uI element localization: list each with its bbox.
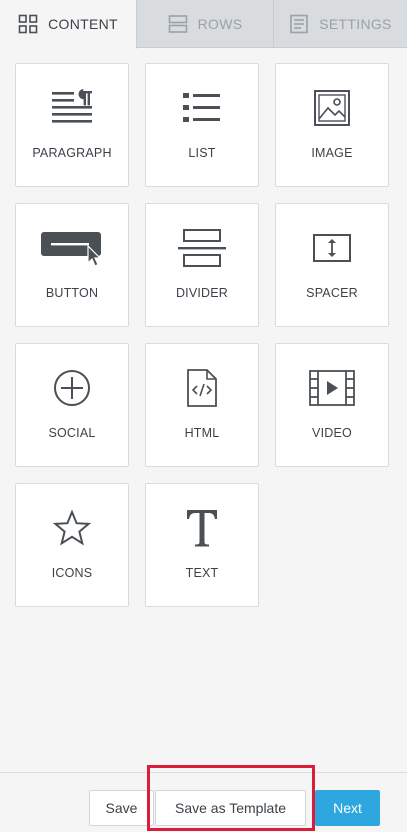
block-label: IMAGE	[311, 146, 353, 160]
block-image[interactable]: IMAGE	[275, 63, 389, 187]
html-file-icon	[146, 366, 258, 410]
content-blocks-grid: PARAGRAPH LIST IMAGE BUTTON DIVIDER SPAC…	[15, 63, 390, 607]
tab-rows-label: ROWS	[197, 16, 243, 32]
next-button[interactable]: Next	[315, 790, 380, 826]
block-label: PARAGRAPH	[32, 146, 112, 160]
star-icon	[16, 506, 128, 550]
save-as-template-button[interactable]: Save as Template	[155, 790, 306, 826]
block-label: VIDEO	[312, 426, 352, 440]
block-label: BUTTON	[45, 286, 99, 300]
block-text[interactable]: TEXT	[145, 483, 259, 607]
divider-icon	[146, 226, 258, 270]
block-label: LIST	[188, 146, 216, 160]
block-icons[interactable]: ICONS	[15, 483, 129, 607]
email-editor-sidebar: CONTENT ROWS SETTINGS PARAGRAPH LIST IMA…	[0, 0, 407, 832]
paragraph-icon	[16, 86, 128, 130]
spacer-icon	[276, 226, 388, 270]
block-paragraph[interactable]: PARAGRAPH	[15, 63, 129, 187]
social-plus-icon	[16, 366, 128, 410]
block-label: DIVIDER	[175, 286, 229, 300]
block-label: ICONS	[51, 566, 93, 580]
video-icon	[276, 366, 388, 410]
settings-doc-icon	[289, 14, 309, 34]
tab-content[interactable]: CONTENT	[0, 0, 137, 49]
block-video[interactable]: VIDEO	[275, 343, 389, 467]
block-divider[interactable]: DIVIDER	[145, 203, 259, 327]
tab-settings-label: SETTINGS	[319, 16, 392, 32]
block-label: TEXT	[185, 566, 219, 580]
block-html[interactable]: HTML	[145, 343, 259, 467]
tab-bar: CONTENT ROWS SETTINGS	[0, 0, 407, 49]
block-list[interactable]: LIST	[145, 63, 259, 187]
grid-icon	[18, 14, 38, 34]
block-label: HTML	[184, 426, 220, 440]
button-icon	[16, 226, 128, 270]
footer-bar: Save Save as Template Next	[0, 772, 407, 832]
tab-rows[interactable]: ROWS	[137, 0, 274, 48]
block-label: SPACER	[306, 286, 358, 300]
rows-icon	[168, 14, 188, 34]
block-spacer[interactable]: SPACER	[275, 203, 389, 327]
save-button[interactable]: Save	[89, 790, 154, 826]
text-t-icon	[146, 506, 258, 550]
tab-settings[interactable]: SETTINGS	[274, 0, 407, 48]
tab-content-label: CONTENT	[48, 16, 118, 32]
list-icon	[146, 86, 258, 130]
block-button[interactable]: BUTTON	[15, 203, 129, 327]
block-social[interactable]: SOCIAL	[15, 343, 129, 467]
image-icon	[276, 86, 388, 130]
block-label: SOCIAL	[48, 426, 96, 440]
